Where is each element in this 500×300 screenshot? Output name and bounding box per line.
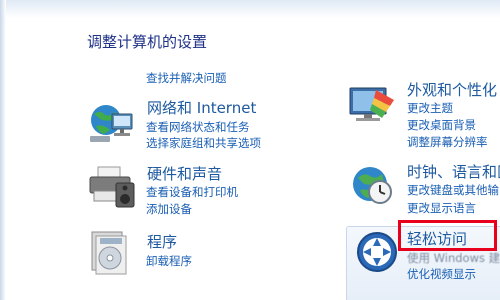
clock-language-icon[interactable] — [348, 160, 396, 208]
link-optimize-display[interactable]: 优化视频显示 — [407, 267, 476, 281]
link-desktop-background[interactable]: 更改桌面背景 — [407, 118, 476, 132]
link-display-language[interactable]: 更改显示语言 — [407, 201, 476, 215]
appearance-icon[interactable] — [346, 84, 398, 124]
highlight-annotation-box — [398, 220, 497, 251]
category-appearance-title[interactable]: 外观和个性化 — [407, 79, 497, 100]
category-clock-title[interactable]: 时钟、语言和区 — [407, 161, 500, 182]
right-column: 外观和个性化 更改主题 更改桌面背景 调整屏幕分辨率 时钟、语言和区 更改键盘或… — [0, 0, 500, 300]
link-change-theme[interactable]: 更改主题 — [407, 101, 453, 115]
ease-of-access-icon[interactable] — [355, 230, 399, 274]
link-windows-suggest[interactable]: 使用 Windows 建 — [407, 251, 500, 265]
link-keyboard-input[interactable]: 更改键盘或其他输 — [407, 183, 499, 197]
link-screen-resolution[interactable]: 调整屏幕分辨率 — [407, 135, 488, 149]
